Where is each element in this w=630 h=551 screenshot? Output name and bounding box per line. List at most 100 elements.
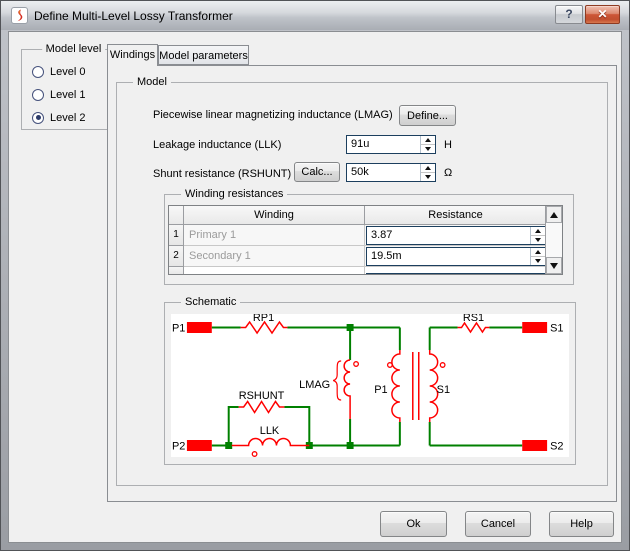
spin-up[interactable] [531, 248, 545, 256]
resistor-rshunt [239, 402, 285, 413]
terminal-p1 [187, 322, 212, 333]
schematic-label-rp1: RP1 [253, 314, 274, 324]
schematic-canvas: P1 P2 S1 S2 RP1 RS1 RSHUNT LLK LMAG P1 S… [171, 314, 569, 457]
terminal-s2 [522, 440, 547, 451]
spin-up[interactable] [531, 227, 545, 235]
resistance-value-1[interactable]: 3.87 [367, 227, 530, 244]
radio-row-level2[interactable]: Level 2 [32, 109, 85, 125]
terminal-p2 [187, 440, 212, 451]
ok-button[interactable]: Ok [380, 511, 447, 537]
wires [212, 328, 522, 446]
scroll-up-button[interactable] [546, 206, 562, 223]
radio-row-level1[interactable]: Level 1 [32, 86, 85, 102]
junction-squares [225, 324, 353, 449]
llk-unit: H [444, 139, 452, 151]
resistor-rs1 [458, 323, 490, 332]
dialog-content: Model level Level 0 Level 1 Level 2 Wind… [8, 31, 622, 543]
winding-name-cell: Secondary 1 [184, 246, 365, 267]
down-arrow-icon [425, 175, 431, 179]
radio-row-level0[interactable]: Level 0 [32, 63, 85, 79]
rshunt-spin-down[interactable] [421, 172, 435, 181]
tab-windings[interactable]: Windings [107, 44, 158, 66]
resistance-value-2[interactable]: 19.5m [367, 248, 530, 265]
col-header-resistance: Resistance [365, 206, 547, 225]
radio-level0-label: Level 0 [50, 66, 85, 78]
tab-model-parameters[interactable]: Model parameters [158, 45, 249, 65]
rshunt-spinbox[interactable]: 50k [346, 163, 436, 182]
up-arrow-icon [535, 250, 541, 254]
resistance-spinbox-3 [366, 273, 546, 275]
radio-level0[interactable] [32, 66, 44, 78]
rshunt-spin-buttons [420, 164, 435, 181]
llk-spin-down[interactable] [421, 144, 435, 153]
llk-spin-buttons [420, 136, 435, 153]
schematic-label-s2-terminal: S2 [550, 440, 563, 452]
table-header-row: Winding Resistance [169, 206, 562, 225]
calc-button[interactable]: Calc... [294, 162, 340, 182]
inductor-lmag [344, 360, 350, 419]
lmag-label: Piecewise linear magnetizing inductance … [153, 109, 393, 121]
down-arrow-icon [550, 263, 558, 269]
cancel-button[interactable]: Cancel [465, 511, 531, 537]
resistance-spinbox-1[interactable]: 3.87 [366, 226, 546, 245]
up-arrow-icon [425, 166, 431, 170]
row-number-button[interactable]: 1 [169, 225, 184, 246]
schematic-label-s1-coil: S1 [437, 384, 450, 396]
winding-resistances-table: Winding Resistance 1 Primary 1 3.87 [168, 205, 563, 275]
transformer-core [413, 352, 419, 420]
scroll-down-button[interactable] [546, 257, 562, 274]
titlebar-help-button[interactable]: ? [555, 5, 583, 24]
rshunt-label: Shunt resistance (RSHUNT) [153, 168, 291, 180]
col-header-winding: Winding [184, 206, 365, 225]
llk-label: Leakage inductance (LLK) [153, 139, 281, 151]
lmag-brace [333, 361, 341, 400]
resistance-spinbox-2[interactable]: 19.5m [366, 247, 546, 266]
radio-level1[interactable] [32, 89, 44, 101]
table-corner-cell [169, 206, 184, 225]
primary-coil [392, 350, 400, 422]
up-arrow-icon [550, 212, 558, 218]
junction [347, 442, 354, 449]
spin-down[interactable] [531, 256, 545, 265]
rshunt-unit: Ω [444, 167, 452, 179]
row-number-button [169, 267, 184, 275]
resistance-cell: 19.5m [365, 246, 547, 267]
row-number-button[interactable]: 2 [169, 246, 184, 267]
down-arrow-icon [535, 259, 541, 263]
table-row-partial [169, 267, 562, 275]
terminal-s1 [522, 322, 547, 333]
primary-dot [388, 363, 393, 368]
table-row: 1 Primary 1 3.87 [169, 225, 562, 246]
spin-buttons [530, 227, 545, 244]
spin-down[interactable] [531, 235, 545, 244]
schematic-label-lmag: LMAG [299, 379, 330, 391]
schematic-label-p2-terminal: P2 [172, 440, 185, 452]
title-bar[interactable]: Define Multi-Level Lossy Transformer ? ✕ [1, 1, 629, 30]
radio-level2[interactable] [32, 112, 44, 124]
model-group-label: Model [133, 76, 171, 88]
transformer-schematic: P1 P2 S1 S2 RP1 RS1 RSHUNT LLK LMAG P1 S… [171, 314, 569, 457]
llk-value[interactable]: 91u [347, 136, 420, 153]
define-button[interactable]: Define... [399, 105, 456, 126]
llk-dot [252, 452, 257, 457]
spin-buttons [530, 248, 545, 265]
close-button[interactable]: ✕ [585, 5, 620, 24]
dialog-window: Define Multi-Level Lossy Transformer ? ✕… [0, 0, 630, 551]
radio-level2-label: Level 2 [50, 112, 85, 124]
radio-level1-label: Level 1 [50, 89, 85, 101]
schematic-label-p1-terminal: P1 [172, 322, 185, 334]
help-button[interactable]: Help [549, 511, 614, 537]
llk-spin-up[interactable] [421, 136, 435, 144]
app-icon [11, 7, 28, 24]
llk-spinbox[interactable]: 91u [346, 135, 436, 154]
rshunt-spin-up[interactable] [421, 164, 435, 172]
winding-resistances-label: Winding resistances [181, 188, 287, 200]
secondary-dot [440, 363, 445, 368]
lmag-dot [354, 362, 359, 367]
rshunt-value[interactable]: 50k [347, 164, 420, 181]
resistance-cell [365, 267, 547, 275]
table-row: 2 Secondary 1 19.5m [169, 246, 562, 267]
model-level-group-label: Model level [42, 43, 106, 55]
table-scrollbar[interactable] [545, 206, 562, 274]
winding-name-cell: Primary 1 [184, 225, 365, 246]
